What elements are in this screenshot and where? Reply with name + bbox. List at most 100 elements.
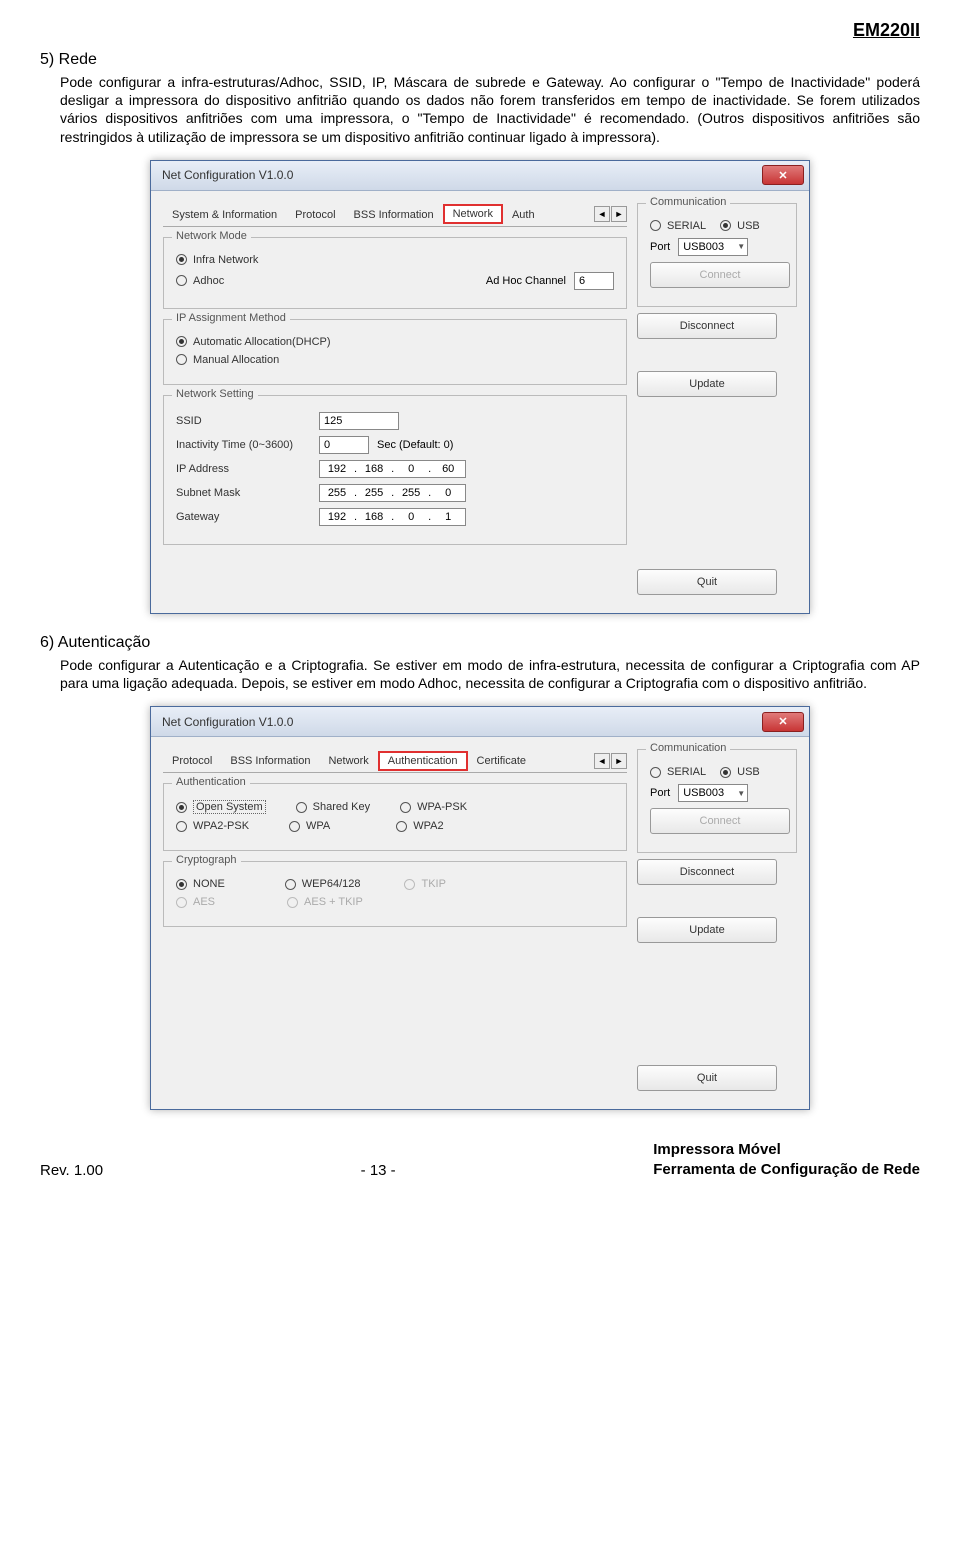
- tab-nav: ◄ ►: [593, 206, 627, 222]
- radio-serial-label: SERIAL: [667, 766, 706, 778]
- page-number: - 13 -: [361, 1162, 396, 1179]
- section-6-title: 6) Autenticação: [40, 634, 920, 652]
- inactivity-label: Inactivity Time (0~3600): [176, 439, 311, 451]
- adhoc-channel-input[interactable]: [574, 272, 614, 290]
- radio-none-label: NONE: [193, 878, 225, 890]
- group-title-ipassign: IP Assignment Method: [172, 312, 290, 324]
- tab-network[interactable]: Network: [319, 751, 377, 770]
- radio-wep-label: WEP64/128: [302, 878, 361, 890]
- close-button[interactable]: ✕: [762, 165, 804, 185]
- disconnect-button[interactable]: Disconnect: [637, 313, 777, 339]
- disconnect-button[interactable]: Disconnect: [637, 859, 777, 885]
- close-button[interactable]: ✕: [762, 712, 804, 732]
- group-cryptograph: Cryptograph NONE WEP64/128 TKIP AES AES …: [163, 861, 627, 927]
- quit-button[interactable]: Quit: [637, 1065, 777, 1091]
- radio-shared-key[interactable]: Shared Key: [296, 801, 370, 813]
- radio-wep[interactable]: WEP64/128: [285, 878, 361, 890]
- update-button[interactable]: Update: [637, 371, 777, 397]
- page-footer: Rev. 1.00 - 13 - Impressora Móvel Ferram…: [40, 1140, 920, 1179]
- radio-manual[interactable]: Manual Allocation: [176, 354, 279, 366]
- gateway-label: Gateway: [176, 511, 311, 523]
- window-title: Net Configuration V1.0.0: [156, 715, 293, 729]
- radio-aes-tkip: AES + TKIP: [287, 896, 363, 908]
- subnet-input[interactable]: 255.255.255.0: [319, 484, 466, 502]
- tab-prev-icon[interactable]: ◄: [594, 753, 610, 769]
- quit-button[interactable]: Quit: [637, 569, 777, 595]
- net-config-window-network: Net Configuration V1.0.0 ✕ System & Info…: [150, 160, 810, 614]
- group-authentication: Authentication Open System Shared Key WP…: [163, 783, 627, 851]
- tab-protocol[interactable]: Protocol: [163, 751, 221, 770]
- revision-label: Rev. 1.00: [40, 1162, 103, 1179]
- product-name: Impressora Móvel Ferramenta de Configura…: [653, 1140, 920, 1179]
- tab-certificate[interactable]: Certificate: [468, 751, 536, 770]
- radio-none[interactable]: NONE: [176, 878, 225, 890]
- radio-tkip: TKIP: [404, 878, 445, 890]
- update-button[interactable]: Update: [637, 917, 777, 943]
- port-label: Port: [650, 787, 670, 799]
- group-title-crypt: Cryptograph: [172, 854, 241, 866]
- gateway-input[interactable]: 192.168.0.1: [319, 508, 466, 526]
- product-line1: Impressora Móvel: [653, 1140, 920, 1160]
- connect-button[interactable]: Connect: [650, 808, 790, 834]
- group-network-mode: Network Mode Infra Network Adhoc Ad Hoc …: [163, 237, 627, 309]
- ssid-label: SSID: [176, 415, 311, 427]
- group-title-netmode: Network Mode: [172, 230, 251, 242]
- port-label: Port: [650, 241, 670, 253]
- inactivity-suffix: Sec (Default: 0): [377, 439, 453, 451]
- group-network-setting: Network Setting SSID Inactivity Time (0~…: [163, 395, 627, 545]
- tab-next-icon[interactable]: ►: [611, 206, 627, 222]
- radio-serial-label: SERIAL: [667, 220, 706, 232]
- group-ip-assignment: IP Assignment Method Automatic Allocatio…: [163, 319, 627, 385]
- radio-aes: AES: [176, 896, 215, 908]
- ip-label: IP Address: [176, 463, 311, 475]
- tab-auth[interactable]: Auth: [503, 205, 544, 224]
- tab-prev-icon[interactable]: ◄: [594, 206, 610, 222]
- radio-wpa2-label: WPA2: [413, 820, 443, 832]
- tab-nav: ◄ ►: [593, 753, 627, 769]
- radio-usb-label: USB: [737, 766, 760, 778]
- radio-usb[interactable]: USB: [720, 766, 760, 778]
- radio-adhoc[interactable]: Adhoc: [176, 275, 224, 287]
- radio-wpa-label: WPA: [306, 820, 330, 832]
- radio-serial[interactable]: SERIAL: [650, 766, 706, 778]
- radio-serial[interactable]: SERIAL: [650, 220, 706, 232]
- connect-button[interactable]: Connect: [650, 262, 790, 288]
- tab-system-info[interactable]: System & Information: [163, 205, 286, 224]
- inactivity-input[interactable]: [319, 436, 369, 454]
- tab-protocol[interactable]: Protocol: [286, 205, 344, 224]
- window-title: Net Configuration V1.0.0: [156, 168, 293, 182]
- tab-next-icon[interactable]: ►: [611, 753, 627, 769]
- radio-wpa[interactable]: WPA: [289, 820, 330, 832]
- tab-bar: System & Information Protocol BSS Inform…: [163, 203, 627, 227]
- port-select[interactable]: USB003: [678, 238, 748, 256]
- radio-wpapsk-label: WPA-PSK: [417, 801, 467, 813]
- radio-dhcp-label: Automatic Allocation(DHCP): [193, 336, 331, 348]
- group-communication: Communication SERIAL USB PortUSB003 Conn…: [637, 203, 797, 307]
- net-config-window-auth: Net Configuration V1.0.0 ✕ Protocol BSS …: [150, 706, 810, 1110]
- tab-network[interactable]: Network: [443, 204, 503, 224]
- radio-open-system[interactable]: Open System: [176, 800, 266, 814]
- radio-wpa2-psk[interactable]: WPA2-PSK: [176, 820, 249, 832]
- group-communication: Communication SERIAL USB PortUSB003 Conn…: [637, 749, 797, 853]
- radio-wpa-psk[interactable]: WPA-PSK: [400, 801, 467, 813]
- tab-authentication[interactable]: Authentication: [378, 751, 468, 771]
- group-title-netset: Network Setting: [172, 388, 258, 400]
- radio-aes-label: AES: [193, 896, 215, 908]
- tab-bar: Protocol BSS Information Network Authent…: [163, 749, 627, 773]
- port-select[interactable]: USB003: [678, 784, 748, 802]
- tab-bss-info[interactable]: BSS Information: [221, 751, 319, 770]
- titlebar: Net Configuration V1.0.0 ✕: [151, 707, 809, 737]
- section-5-title: 5) Rede: [40, 51, 920, 69]
- tab-bss-info[interactable]: BSS Information: [345, 205, 443, 224]
- radio-wpa2[interactable]: WPA2: [396, 820, 443, 832]
- radio-infra-network[interactable]: Infra Network: [176, 254, 258, 266]
- radio-wpa2psk-label: WPA2-PSK: [193, 820, 249, 832]
- close-icon: ✕: [778, 715, 787, 728]
- radio-usb[interactable]: USB: [720, 220, 760, 232]
- ip-input[interactable]: 192.168.0.60: [319, 460, 466, 478]
- group-title-auth: Authentication: [172, 776, 250, 788]
- radio-shared-label: Shared Key: [313, 801, 370, 813]
- ssid-input[interactable]: [319, 412, 399, 430]
- radio-dhcp[interactable]: Automatic Allocation(DHCP): [176, 336, 331, 348]
- section-5-body: Pode configurar a infra-estruturas/Adhoc…: [60, 73, 920, 146]
